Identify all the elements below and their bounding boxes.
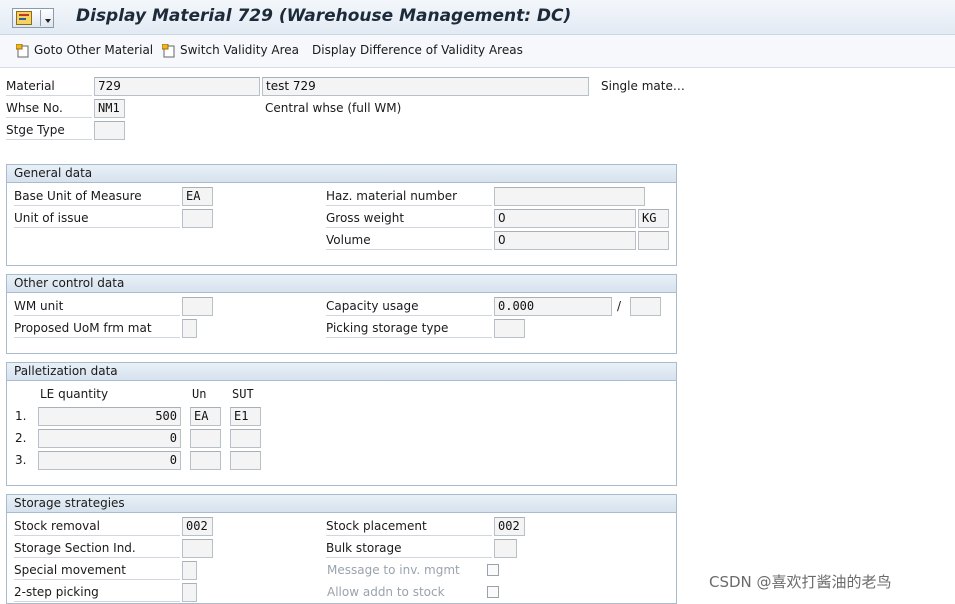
wm-unit-label: WM unit	[14, 297, 180, 316]
page-title: Display Material 729 (Warehouse Manageme…	[76, 6, 572, 26]
special-movement-field[interactable]	[182, 561, 197, 580]
single-material-text: Single mate…	[601, 79, 685, 93]
system-menu-button[interactable]	[12, 8, 54, 28]
sut-field[interactable]	[230, 429, 261, 448]
allow-addn-stock-label: Allow addn to stock	[327, 585, 445, 599]
storage-strategies-title: Storage strategies	[7, 495, 676, 513]
message-inv-mgmt-label: Message to inv. mgmt	[327, 563, 460, 577]
material-field[interactable]: 729	[94, 77, 260, 96]
haz-material-field[interactable]	[494, 187, 645, 206]
le-quantity-field[interactable]: 500	[38, 407, 181, 426]
sut-field[interactable]: E1	[230, 407, 261, 426]
picking-storage-type-label: Picking storage type	[326, 319, 492, 338]
picking-storage-type-field[interactable]	[494, 319, 525, 338]
base-uom-field[interactable]: EA	[182, 187, 213, 206]
row-number: 2.	[15, 431, 27, 445]
whse-no-field[interactable]: NM1	[94, 99, 125, 118]
wm-unit-field[interactable]	[182, 297, 213, 316]
storage-section-label: Storage Section Ind.	[14, 539, 180, 558]
bulk-storage-label: Bulk storage	[326, 539, 492, 558]
system-menu-icon	[16, 11, 32, 25]
goto-material-icon	[16, 44, 29, 58]
base-uom-label: Base Unit of Measure	[14, 187, 180, 206]
two-step-picking-label: 2-step picking	[14, 583, 180, 602]
le-quantity-field[interactable]: 0	[38, 451, 181, 470]
capacity-unit-field[interactable]	[630, 297, 661, 316]
un-header: Un	[192, 387, 207, 401]
storage-section-field[interactable]	[182, 539, 213, 558]
material-description-field[interactable]: test 729	[262, 77, 589, 96]
un-field[interactable]: EA	[190, 407, 221, 426]
switch-area-icon	[162, 44, 175, 58]
volume-field[interactable]: 0	[494, 231, 636, 250]
gross-weight-label: Gross weight	[326, 209, 492, 228]
general-data-title: General data	[7, 165, 676, 183]
capacity-usage-label: Capacity usage	[326, 297, 492, 316]
haz-material-label: Haz. material number	[326, 187, 492, 206]
proposed-uom-checkbox[interactable]	[182, 319, 197, 338]
volume-label: Volume	[326, 231, 492, 250]
whse-description: Central whse (full WM)	[265, 101, 402, 115]
proposed-uom-label: Proposed UoM frm mat	[14, 319, 180, 338]
capacity-usage-field[interactable]: 0.000	[494, 297, 612, 316]
watermark-text: CSDN @喜欢打酱油的老鸟	[709, 573, 892, 591]
special-movement-label: Special movement	[14, 561, 180, 580]
le-quantity-header: LE quantity	[40, 387, 109, 401]
unit-of-issue-label: Unit of issue	[14, 209, 180, 228]
un-field[interactable]	[190, 451, 221, 470]
storage-type-label: Stge Type	[6, 121, 92, 140]
row-number: 3.	[15, 453, 27, 467]
palletization-data-title: Palletization data	[7, 363, 676, 381]
allow-addn-stock-checkbox[interactable]	[487, 586, 499, 598]
un-field[interactable]	[190, 429, 221, 448]
unit-of-issue-field[interactable]	[182, 209, 213, 228]
weight-unit-field[interactable]: KG	[638, 209, 669, 228]
chevron-down-icon	[45, 19, 51, 23]
application-toolbar: Goto Other Material Switch Validity Area…	[0, 35, 955, 68]
volume-unit-field[interactable]	[638, 231, 669, 250]
row-number: 1.	[15, 409, 27, 423]
sut-field[interactable]	[230, 451, 261, 470]
material-label: Material	[6, 77, 92, 96]
stock-removal-field[interactable]: 002	[182, 517, 213, 536]
two-step-picking-field[interactable]	[182, 583, 197, 602]
whse-no-label: Whse No.	[6, 99, 92, 118]
other-control-data-title: Other control data	[7, 275, 676, 293]
menu-separator	[40, 10, 41, 26]
sut-header: SUT	[232, 387, 254, 401]
capacity-separator: /	[617, 299, 622, 313]
stock-placement-field[interactable]: 002	[494, 517, 525, 536]
storage-type-field[interactable]	[94, 121, 125, 140]
le-quantity-field[interactable]: 0	[38, 429, 181, 448]
stock-removal-label: Stock removal	[14, 517, 180, 536]
message-inv-mgmt-checkbox[interactable]	[487, 564, 499, 576]
gross-weight-field[interactable]: 0	[494, 209, 636, 228]
stock-placement-label: Stock placement	[326, 517, 492, 536]
bulk-storage-field[interactable]	[494, 539, 517, 558]
title-bar: Display Material 729 (Warehouse Manageme…	[0, 0, 955, 35]
